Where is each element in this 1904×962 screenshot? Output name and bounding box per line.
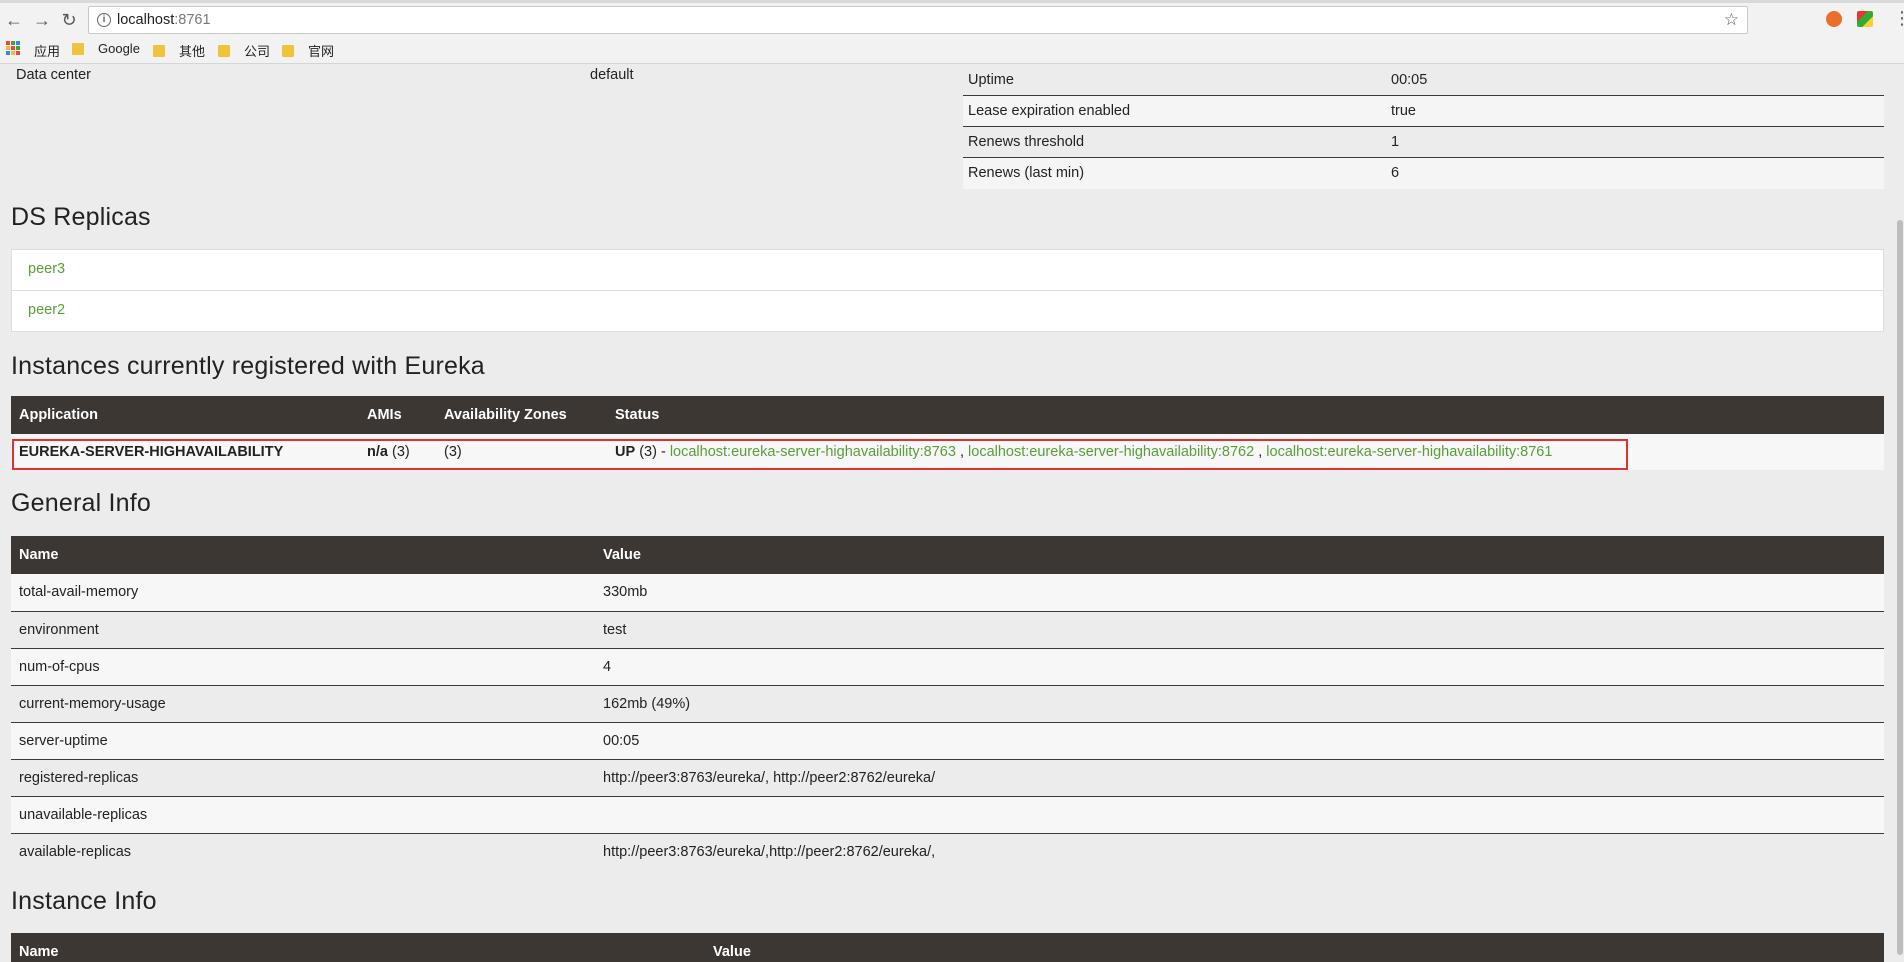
column-header: Name xyxy=(11,933,705,962)
bookmark-official[interactable]: 官网 xyxy=(282,41,334,60)
forward-icon[interactable]: → xyxy=(31,9,53,31)
table-row: available-replicas http://peer3:8763/eure… xyxy=(19,843,936,860)
amis-cell: n/a (3) xyxy=(359,434,436,470)
table-header-row: Application AMIs Availability Zones Stat… xyxy=(11,396,1884,434)
general-info-table: Name Value total-avail-memory 330mb envir… xyxy=(11,536,1884,870)
lease-info-row: Renews (last min) 6 xyxy=(963,158,1884,189)
table-row: registered-replicas http://peer3:8763/eur… xyxy=(11,759,1884,797)
column-header: Value xyxy=(705,933,1884,962)
browser-chrome: ← → ↻ i localhost:8761 ☆ ⋮ 应用 Google 其他 … xyxy=(0,0,1904,64)
table-header-row: Name Value xyxy=(11,933,1884,962)
ds-replicas-heading: DS Replicas xyxy=(11,203,151,231)
scrollbar[interactable] xyxy=(1896,65,1904,962)
bookmark-other[interactable]: 其他 xyxy=(153,41,205,60)
instance-link[interactable]: localhost:eureka-server-highavailability… xyxy=(670,444,956,460)
table-row: total-avail-memory 330mb xyxy=(11,574,1884,612)
column-header: Availability Zones xyxy=(436,396,607,434)
data-center-label: Data center xyxy=(16,67,91,83)
ds-replicas-list: peer3 peer2 xyxy=(11,249,1884,332)
instance-link[interactable]: localhost:eureka-server-highavailability… xyxy=(1266,444,1552,460)
instances-heading: Instances currently registered with Eure… xyxy=(11,352,485,380)
status-count: (3) - xyxy=(639,444,666,460)
folder-icon xyxy=(72,42,84,55)
bookmark-google[interactable]: Google xyxy=(72,41,140,56)
site-info-icon[interactable]: i xyxy=(97,13,111,27)
list-item: peer3 xyxy=(12,250,1883,291)
column-header: Value xyxy=(595,536,1884,574)
instances-table: Application AMIs Availability Zones Stat… xyxy=(11,396,1884,470)
column-header: AMIs xyxy=(359,396,436,434)
lease-info-row: Renews threshold 1 xyxy=(963,127,1884,158)
scrollbar-thumb[interactable] xyxy=(1897,220,1903,955)
general-info-heading: General Info xyxy=(11,489,151,517)
application-name: EUREKA-SERVER-HIGHAVAILABILITY xyxy=(11,434,359,470)
apps-icon[interactable] xyxy=(6,41,20,55)
table-row: environment test xyxy=(11,611,1884,649)
address-bar[interactable]: i localhost:8761 ☆ xyxy=(88,6,1748,34)
extension-icon[interactable] xyxy=(1857,11,1873,27)
column-header: Name xyxy=(11,536,595,574)
status-cell: UP (3) - localhost:eureka-server-highava… xyxy=(607,434,1884,470)
list-item: peer2 xyxy=(12,291,1883,331)
back-icon[interactable]: ← xyxy=(3,9,25,31)
menu-icon[interactable]: ⋮ xyxy=(1893,9,1904,27)
table-row: unavailable-replicas xyxy=(11,796,1884,834)
table-header-row: Name Value xyxy=(11,536,1884,574)
bookmark-star-icon[interactable]: ☆ xyxy=(1724,10,1739,30)
column-header: Application xyxy=(11,396,359,434)
folder-icon xyxy=(282,44,294,57)
table-row: server-uptime 00:05 xyxy=(11,722,1884,760)
instance-link[interactable]: localhost:eureka-server-highavailability… xyxy=(968,444,1254,460)
lease-info-row: Lease expiration enabled true xyxy=(963,96,1884,127)
instance-info-heading: Instance Info xyxy=(11,887,157,915)
reload-icon[interactable]: ↻ xyxy=(58,9,80,31)
bookmark-apps[interactable]: 应用 xyxy=(34,41,60,60)
zones-cell: (3) xyxy=(436,434,607,470)
replica-link[interactable]: peer3 xyxy=(28,261,65,277)
table-row: current-memory-usage 162mb (49%) xyxy=(11,685,1884,723)
folder-icon xyxy=(153,44,165,57)
extension-icon[interactable] xyxy=(1826,11,1842,27)
tab-strip xyxy=(0,0,1904,3)
replica-link[interactable]: peer2 xyxy=(28,302,65,318)
page-content: Data center default Uptime 00:05 Lease e… xyxy=(0,65,1904,962)
lease-info-row: Uptime 00:05 xyxy=(963,65,1884,96)
instance-info-table: Name Value xyxy=(11,933,1884,962)
lease-info-table: Uptime 00:05 Lease expiration enabled tr… xyxy=(963,65,1884,189)
bookmark-company[interactable]: 公司 xyxy=(218,41,270,60)
table-row: EUREKA-SERVER-HIGHAVAILABILITY n/a (3) (… xyxy=(11,434,1884,470)
column-header: Status xyxy=(607,396,1884,434)
data-center-value: default xyxy=(590,67,634,83)
status-state: UP xyxy=(615,444,636,460)
folder-icon xyxy=(218,44,230,57)
table-row: num-of-cpus 4 xyxy=(11,648,1884,686)
url-text[interactable]: localhost:8761 xyxy=(117,12,211,28)
bookmarks-bar: 应用 Google 其他 公司 官网 xyxy=(0,38,1904,62)
